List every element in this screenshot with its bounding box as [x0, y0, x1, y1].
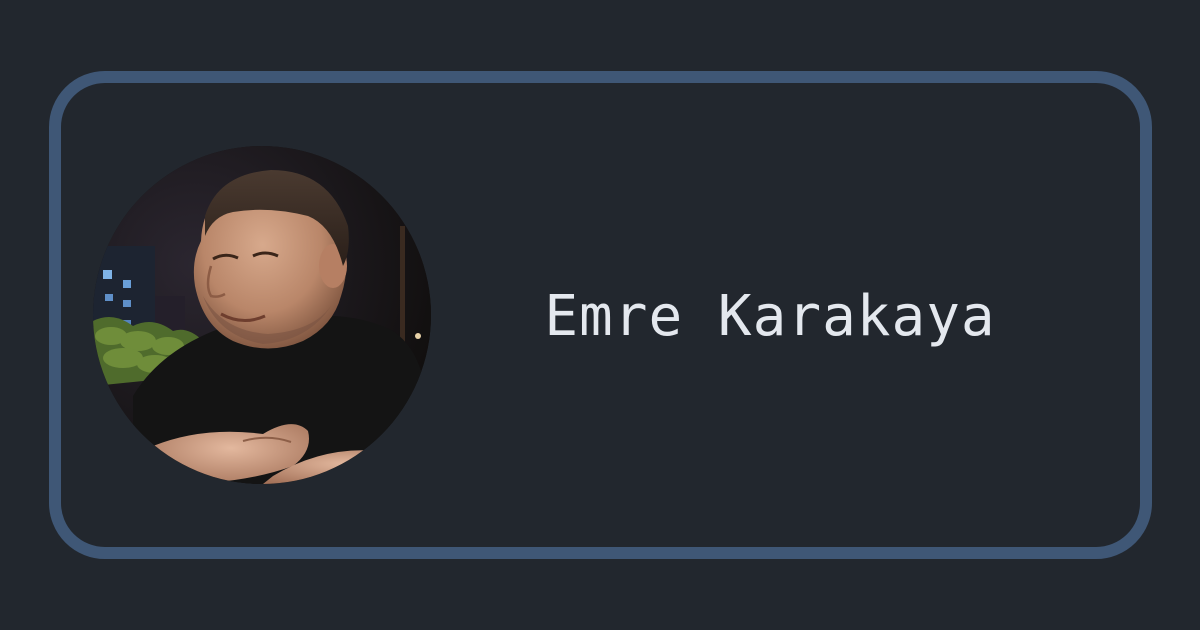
page: Emre Karakaya — [0, 0, 1200, 630]
profile-name: Emre Karakaya — [544, 283, 996, 349]
profile-photo — [93, 146, 431, 484]
avatar — [93, 146, 431, 484]
